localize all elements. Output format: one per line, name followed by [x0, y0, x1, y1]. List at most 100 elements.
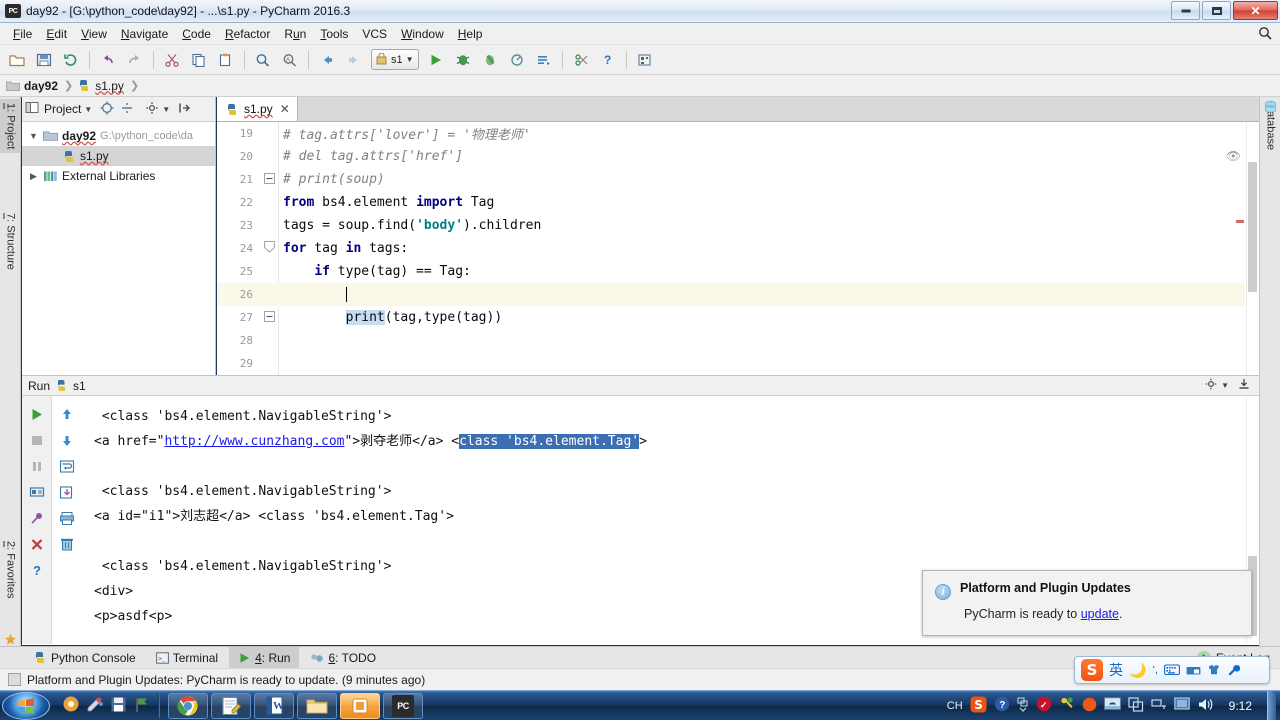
menu-navigate[interactable]: Navigate	[114, 25, 175, 43]
sogou-icon[interactable]: S	[970, 696, 987, 716]
paste-icon[interactable]	[213, 48, 239, 72]
overflow-icon[interactable]	[1017, 696, 1029, 715]
stop-icon[interactable]	[22, 427, 51, 453]
fold-marker[interactable]	[261, 173, 277, 187]
copy-tray-icon[interactable]	[1128, 697, 1144, 715]
replace-icon[interactable]: A	[277, 48, 303, 72]
close-icon[interactable]	[22, 531, 51, 557]
run-configuration-selector[interactable]: s1 ▼	[371, 49, 419, 70]
taskbar-item-word[interactable]: W	[254, 693, 294, 719]
pin-icon[interactable]	[22, 505, 51, 531]
cut-icon[interactable]	[159, 48, 185, 72]
find-icon[interactable]	[250, 48, 276, 72]
chevron-down-icon[interactable]: ▼	[28, 131, 39, 141]
pause-icon[interactable]	[22, 453, 51, 479]
keyboard-icon[interactable]	[1164, 664, 1180, 676]
code-line[interactable]: 20# del tag.attrs['href']	[217, 145, 1245, 168]
fold-marker[interactable]	[261, 241, 277, 256]
notification-update-link[interactable]: update	[1081, 607, 1119, 621]
editor-tab-s1py[interactable]: s1.py ✕	[217, 97, 298, 121]
breadcrumb-item-s1py[interactable]: s1.py	[77, 79, 128, 93]
menu-view[interactable]: View	[74, 25, 114, 43]
tree-node-external-libraries[interactable]: ▶ External Libraries	[22, 166, 215, 186]
trash-icon[interactable]	[52, 531, 82, 557]
close-button[interactable]: ✕	[1233, 1, 1278, 20]
ime-mode-label[interactable]: 英	[1109, 660, 1123, 680]
menu-tools[interactable]: Tools	[313, 25, 355, 43]
chevron-right-icon[interactable]: ▶	[28, 171, 39, 182]
code-line[interactable]: 25 if type(tag) == Tag:	[217, 260, 1245, 283]
save-icon[interactable]	[110, 696, 127, 716]
code-line[interactable]: 19# tag.attrs['lover'] = '物理老师'	[217, 122, 1245, 145]
paint-icon[interactable]	[86, 695, 104, 716]
taskbar-clock[interactable]: 9:12	[1221, 699, 1260, 713]
console-url-link[interactable]: http://www.cunzhang.com	[164, 434, 344, 449]
code-line[interactable]: 23tags = soup.find('body').children	[217, 214, 1245, 237]
menu-refactor[interactable]: Refactor	[218, 25, 277, 43]
print-icon[interactable]	[52, 505, 82, 531]
sogou-ime-bar[interactable]: S 英 🌙 ‘,	[1074, 656, 1270, 684]
code-editor[interactable]: 19# tag.attrs['lover'] = '物理老师'20# del t…	[217, 122, 1259, 375]
taskbar-item-chrome[interactable]	[168, 693, 208, 719]
tools-icon[interactable]	[1059, 696, 1075, 715]
menu-run[interactable]: Run	[277, 25, 313, 43]
error-stripe-mark[interactable]	[1236, 220, 1244, 223]
toolbox-icon[interactable]	[1186, 664, 1201, 676]
breadcrumb-item-day92[interactable]: day92	[6, 79, 62, 93]
back-icon[interactable]	[314, 48, 340, 72]
help-icon[interactable]: ?	[595, 48, 621, 72]
minimize-button[interactable]	[1171, 1, 1200, 20]
code-line[interactable]: 27 print(tag,type(tag))	[217, 306, 1245, 329]
maximize-button[interactable]	[1202, 1, 1231, 20]
open-folder-icon[interactable]	[4, 48, 30, 72]
wrench-icon[interactable]	[1227, 664, 1241, 676]
menu-file[interactable]: FFileile	[6, 25, 39, 43]
code-line[interactable]: 22from bs4.element import Tag	[217, 191, 1245, 214]
status-bar-message[interactable]: Platform and Plugin Updates: PyCharm is …	[27, 673, 425, 687]
target-icon[interactable]	[100, 101, 114, 118]
sogou-logo-icon[interactable]: S	[1081, 659, 1103, 681]
help-tray-icon[interactable]: ?	[994, 696, 1010, 715]
moon-icon[interactable]: 🌙	[1129, 662, 1146, 679]
menu-edit[interactable]: Edit	[39, 25, 74, 43]
undo-icon[interactable]	[95, 48, 121, 72]
tray-language[interactable]: CH	[947, 700, 963, 712]
attach-icon[interactable]	[531, 48, 557, 72]
redo-icon[interactable]	[122, 48, 148, 72]
antivirus-icon[interactable]: ✓	[1036, 696, 1052, 715]
chevron-down-icon[interactable]: ▼	[84, 105, 92, 114]
hide-icon[interactable]	[1237, 377, 1251, 394]
sync-icon[interactable]	[58, 48, 84, 72]
tool-window-tab-terminal[interactable]: >_ Terminal	[147, 647, 227, 668]
save-all-icon[interactable]	[31, 48, 57, 72]
search-icon[interactable]	[1258, 26, 1272, 43]
coverage-icon[interactable]	[477, 48, 503, 72]
display-icon[interactable]	[1174, 697, 1190, 715]
sidebar-item-project[interactable]: 1: Project	[0, 99, 21, 153]
sidebar-item-favorites[interactable]: 2: Favorites	[0, 537, 21, 602]
skin-icon[interactable]	[1207, 664, 1221, 676]
tool-window-tab-python-console[interactable]: Python Console	[24, 647, 145, 668]
start-button[interactable]	[2, 692, 50, 720]
media-player-icon[interactable]	[62, 695, 80, 716]
tree-node-s1py[interactable]: s1.py	[22, 146, 215, 166]
run-panel-config[interactable]: s1	[73, 379, 86, 393]
collapse-all-icon[interactable]	[120, 101, 134, 118]
show-desktop-button[interactable]	[1267, 691, 1276, 720]
orange-dot-icon[interactable]	[1082, 697, 1097, 715]
hide-icon[interactable]	[177, 101, 191, 118]
monitor-icon[interactable]	[1104, 697, 1121, 714]
forward-icon[interactable]	[341, 48, 367, 72]
volume-icon[interactable]	[1197, 697, 1214, 715]
code-line[interactable]: 24for tag in tags:	[217, 237, 1245, 260]
code-line[interactable]: 21# print(soup)	[217, 168, 1245, 191]
gear-icon[interactable]	[1204, 377, 1218, 394]
network-icon[interactable]	[1151, 697, 1167, 715]
rerun-icon[interactable]	[22, 401, 51, 427]
comma-icon[interactable]: ‘,	[1152, 664, 1158, 676]
taskbar-item-pycharm[interactable]: PC	[383, 693, 423, 719]
menu-window[interactable]: Window	[394, 25, 451, 43]
taskbar-item-notepad[interactable]	[211, 693, 251, 719]
editor-scrollbar-thumb[interactable]	[1248, 162, 1257, 292]
flag-icon[interactable]	[133, 696, 150, 716]
